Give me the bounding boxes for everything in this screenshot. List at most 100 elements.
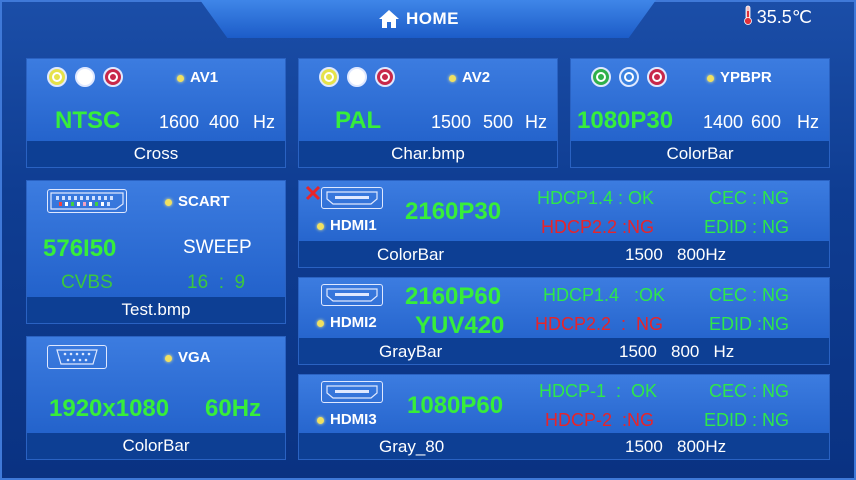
status-dot-icon [449, 74, 456, 82]
rca-jack-red-icon [103, 67, 123, 87]
source-label: AV1 [177, 69, 218, 86]
source-label: HDMI2 [317, 314, 377, 331]
status-dot-icon [177, 74, 184, 82]
video-format: 1080P60 [407, 392, 504, 419]
video-format: PAL [335, 107, 382, 134]
rca-jack-yellow-icon [47, 67, 67, 87]
source-label: VGA [165, 349, 211, 366]
refresh-rate: 60Hz [205, 395, 262, 422]
hdmi-connector-icon [321, 187, 383, 209]
edid-status: EDID : NG [704, 410, 790, 430]
hdcp1-status: HDCP-1 : OK [539, 381, 658, 401]
edid-status: EDID : NG [704, 217, 790, 237]
aspect-width: 16 [187, 272, 209, 293]
status-dot-icon [165, 198, 172, 206]
page-title: HOME [406, 9, 459, 28]
av2-panel[interactable]: AV2 PAL 1500 500 Hz Char.bmp [298, 58, 558, 168]
frequency-unit: Hz [525, 112, 547, 132]
ypbpr-panel[interactable]: YPBPR 1080P30 1400 600 Hz ColorBar [570, 58, 830, 168]
video-format: 1080P30 [577, 107, 674, 134]
video-format: NTSC [55, 107, 121, 134]
home-button[interactable]: HOME [378, 8, 459, 30]
status-dot-icon [317, 319, 324, 327]
pattern-name: Test.bmp [27, 297, 285, 323]
panel-footer: GrayBar 1500 800 Hz [299, 338, 829, 364]
temperature-value: 35.5℃ [756, 7, 812, 27]
hdcp2-status: HDCP-2 :NG [545, 410, 655, 430]
hdmi-connector-icon [321, 381, 383, 403]
pattern-name: ColorBar [377, 245, 445, 264]
status-dot-icon [707, 74, 714, 82]
status-dot-icon [317, 416, 324, 424]
rca-jack-white-icon [75, 67, 95, 87]
h-frequency: 1600 [159, 112, 200, 132]
scart-connector-icon [47, 189, 127, 213]
aspect-separator: : [218, 272, 224, 293]
source-name: SCART [178, 193, 230, 210]
frequency: 1500 800 Hz [619, 342, 735, 361]
pattern-name: Cross [27, 141, 285, 167]
source-label: HDMI1 [317, 217, 377, 234]
frequency-unit: Hz [797, 112, 819, 132]
pattern-name: ColorBar [571, 141, 829, 167]
frequency-unit: Hz [253, 112, 275, 132]
thermometer-icon [743, 5, 753, 30]
aspect-ratio: 16 : 9 [187, 272, 245, 294]
panel-footer: ColorBar 1500 800Hz [299, 241, 829, 267]
vga-panel[interactable]: VGA 1920x1080 60Hz ColorBar [26, 336, 286, 460]
panel-footer: Gray_80 1500 800Hz [299, 433, 829, 459]
cec-status: CEC : NG [709, 381, 790, 401]
pattern-name: Gray_80 [379, 437, 445, 456]
test-mode: SWEEP [183, 237, 252, 258]
video-format: 576I50 [43, 235, 117, 262]
source-name: HDMI3 [330, 411, 377, 428]
home-icon [378, 9, 400, 29]
frequency: 1500 800Hz [625, 245, 727, 264]
source-label: AV2 [449, 69, 490, 86]
status-dot-icon [317, 222, 324, 230]
disconnected-x-icon [305, 185, 321, 206]
source-name: HDMI1 [330, 217, 377, 234]
source-name: AV1 [190, 69, 219, 86]
av1-panel[interactable]: AV1 NTSC 1600 400 Hz Cross [26, 58, 286, 168]
color-space: YUV420 [415, 312, 505, 339]
video-format: 2160P30 [405, 198, 502, 225]
cec-status: CEC : NG [709, 285, 790, 305]
pattern-name: ColorBar [27, 433, 285, 459]
signal-type: CVBS [61, 272, 113, 293]
source-name: VGA [178, 349, 211, 366]
source-name: YPBPR [720, 69, 772, 86]
status-dot-icon [165, 354, 172, 362]
hdmi3-panel[interactable]: HDMI3 1080P60 HDCP-1 : OK HDCP-2 :NG CEC… [298, 374, 830, 460]
resolution: 1920x1080 [49, 395, 170, 422]
hdcp22-status: HDCP2.2 : NG [535, 314, 664, 334]
h-frequency: 1500 [431, 112, 472, 132]
v-frequency: 400 [209, 112, 240, 132]
rca-jack-white-icon [347, 67, 367, 87]
aspect-height: 9 [234, 272, 246, 293]
v-frequency: 600 [751, 112, 782, 132]
hdmi1-panel[interactable]: HDMI1 2160P30 HDCP1.4 : OK HDCP2.2 :NG C… [298, 180, 830, 268]
edid-status: EDID :NG [709, 314, 790, 334]
cec-status: CEC : NG [709, 188, 790, 208]
v-frequency: 500 [483, 112, 514, 132]
rca-jack-blue-icon [619, 67, 639, 87]
source-label: HDMI3 [317, 411, 377, 428]
source-name: AV2 [462, 69, 491, 86]
rca-jack-red-icon [647, 67, 667, 87]
hdcp14-status: HDCP1.4 :OK [543, 285, 666, 305]
source-label: YPBPR [707, 69, 772, 86]
h-frequency: 1400 [703, 112, 744, 132]
pattern-name: Char.bmp [299, 141, 557, 167]
video-format: 2160P60 [405, 283, 502, 310]
source-label: SCART [165, 193, 230, 210]
hdmi2-panel[interactable]: HDMI2 2160P60 YUV420 HDCP1.4 :OK HDCP2.2… [298, 277, 830, 365]
hdcp14-status: HDCP1.4 : OK [537, 188, 655, 208]
vga-connector-icon [47, 345, 107, 369]
hdmi-connector-icon [321, 284, 383, 306]
rca-jack-green-icon [591, 67, 611, 87]
pattern-name: GrayBar [379, 342, 443, 361]
rca-jack-red-icon [375, 67, 395, 87]
scart-panel[interactable]: SCART 576I50 SWEEP CVBS 16 : 9 Test.bmp [26, 180, 286, 324]
rca-jack-yellow-icon [319, 67, 339, 87]
